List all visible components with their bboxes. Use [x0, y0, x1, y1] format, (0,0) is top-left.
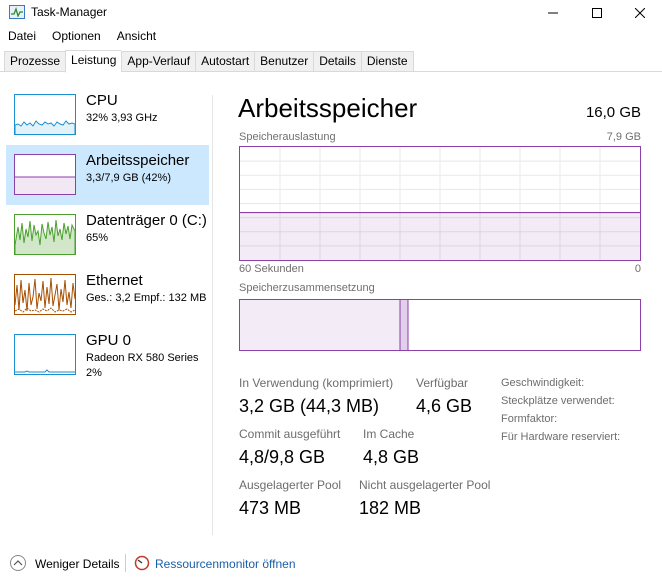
task-manager-icon	[9, 5, 25, 19]
sidebar-item-title: Ethernet	[86, 272, 143, 289]
commit-label: Commit ausgeführt	[239, 427, 341, 441]
menu-optionen[interactable]: Optionen	[44, 28, 109, 46]
info-hardware-reserved-label: Für Hardware reserviert:	[501, 431, 621, 443]
close-button[interactable]	[618, 0, 662, 26]
resource-monitor-icon[interactable]	[134, 555, 150, 571]
tab-leistung[interactable]: Leistung	[65, 50, 122, 73]
cpu-thumbnail-graph	[14, 94, 76, 135]
in-use-value: 3,2 GB (44,3 MB)	[239, 396, 380, 416]
sidebar-item-title: Arbeitsspeicher	[86, 152, 190, 169]
menu-bar: Datei Optionen Ansicht	[0, 28, 164, 46]
memory-composition-bar	[239, 299, 641, 351]
chevron-up-icon[interactable]	[10, 555, 26, 571]
maximize-button[interactable]	[575, 0, 619, 26]
resource-monitor-link[interactable]: Ressourcenmonitor öffnen	[155, 557, 296, 571]
info-slots-label: Steckplätze verwendet:	[501, 395, 615, 407]
minimize-button[interactable]	[531, 0, 575, 26]
tab-strip: Prozesse Leistung App-Verlauf Autostart …	[4, 50, 414, 73]
tab-details[interactable]: Details	[313, 51, 361, 72]
info-form-factor-label: Formfaktor:	[501, 413, 558, 425]
gpu-thumbnail-graph	[14, 334, 76, 375]
memory-thumbnail-graph	[14, 154, 76, 195]
tab-prozesse[interactable]: Prozesse	[4, 51, 66, 72]
sidebar-item-usage: 2%	[86, 367, 102, 379]
sidebar-item-subtitle: 32% 3,93 GHz	[86, 112, 158, 124]
window-title: Task-Manager	[31, 5, 108, 19]
available-value: 4,6 GB	[416, 396, 473, 416]
ethernet-thumbnail-graph	[14, 274, 76, 315]
composition-in-use	[240, 300, 400, 350]
sidebar-item-memory[interactable]: Arbeitsspeicher 3,3/7,9 GB (42%)	[6, 145, 209, 205]
menu-datei[interactable]: Datei	[0, 28, 44, 46]
title-bar: Task-Manager	[0, 0, 662, 26]
sidebar-item-ethernet[interactable]: Ethernet Ges.: 3,2 Empf.: 132 MB	[6, 265, 209, 325]
paged-pool-label: Ausgelagerter Pool	[239, 478, 342, 492]
cache-label: Im Cache	[363, 427, 415, 441]
tab-autostart[interactable]: Autostart	[195, 51, 255, 72]
sidebar-item-subtitle: 65%	[86, 232, 109, 244]
nonpaged-pool-value: 182 MB	[359, 498, 422, 518]
paged-pool-value: 473 MB	[239, 498, 302, 518]
info-speed-label: Geschwindigkeit:	[501, 377, 585, 389]
page-title: Arbeitsspeicher	[238, 93, 418, 123]
nonpaged-pool-label: Nicht ausgelagerter Pool	[359, 478, 491, 492]
menu-ansicht[interactable]: Ansicht	[109, 28, 164, 46]
composition-label: Speicherzusammensetzung	[239, 282, 375, 294]
total-memory: 16,0 GB	[585, 104, 641, 121]
memory-usage-graph	[239, 146, 641, 261]
cache-value: 4,8 GB	[363, 447, 420, 467]
usage-graph-max: 7,9 GB	[606, 131, 641, 143]
fewer-details-button[interactable]: Weniger Details	[35, 557, 119, 571]
sidebar-divider	[212, 95, 213, 535]
sidebar-item-title: GPU 0	[86, 332, 132, 349]
footer: Weniger Details Ressourcenmonitor öffnen	[0, 552, 662, 576]
time-axis-right: 0	[634, 263, 641, 275]
tab-app-verlauf[interactable]: App-Verlauf	[121, 51, 196, 72]
sidebar-item-title: CPU	[86, 92, 118, 109]
tab-benutzer[interactable]: Benutzer	[254, 51, 314, 72]
sidebar-item-title: Datenträger 0 (C:)	[86, 212, 207, 229]
sidebar-item-gpu[interactable]: GPU 0 Radeon RX 580 Series 2%	[6, 325, 209, 385]
time-axis-left: 60 Sekunden	[239, 263, 304, 275]
sidebar-item-subtitle: Ges.: 3,2 Empf.: 132 MB	[86, 292, 207, 304]
sidebar-item-disk[interactable]: Datenträger 0 (C:) 65%	[6, 205, 209, 265]
usage-area	[240, 212, 640, 260]
sidebar-item-subtitle: 3,3/7,9 GB (42%)	[86, 172, 171, 184]
available-label: Verfügbar	[416, 376, 469, 390]
tab-dienste[interactable]: Dienste	[360, 51, 414, 72]
usage-graph-label: Speicherauslastung	[239, 131, 336, 143]
composition-modified	[400, 300, 408, 350]
sidebar-item-subtitle: Radeon RX 580 Series	[86, 352, 199, 364]
commit-value: 4,8/9,8 GB	[239, 447, 326, 467]
in-use-label: In Verwendung (komprimiert)	[239, 376, 394, 390]
sidebar-item-cpu[interactable]: CPU 32% 3,93 GHz	[6, 85, 209, 145]
disk-thumbnail-graph	[14, 214, 76, 255]
footer-divider	[125, 554, 126, 572]
